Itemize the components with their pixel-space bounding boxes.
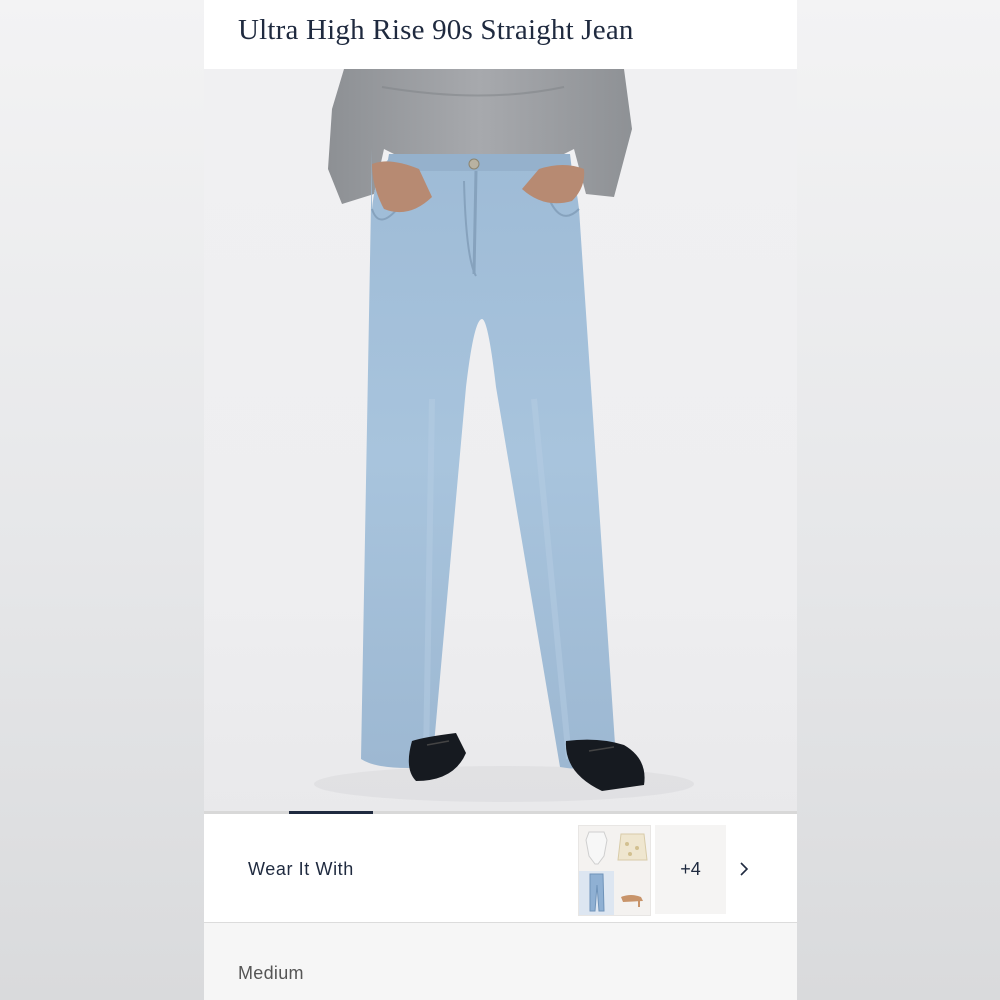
product-image[interactable] — [204, 69, 797, 813]
chevron-right-icon[interactable] — [732, 854, 756, 884]
wear-it-with-label: Wear It With — [248, 859, 354, 879]
cardigan-icon — [615, 826, 650, 870]
product-page: Ultra High Rise 90s Straight Jean Wear I… — [204, 0, 797, 1000]
jeans-icon — [579, 871, 614, 915]
outfit-thumbnails[interactable] — [578, 825, 651, 916]
product-photo — [314, 69, 694, 802]
more-items-button[interactable]: +4 — [655, 825, 726, 914]
bodysuit-icon — [579, 826, 614, 870]
wash-label: Medium — [238, 963, 304, 983]
wear-it-with-row[interactable]: Wear It With +4 — [204, 814, 797, 923]
sandal-icon — [615, 871, 650, 915]
title-bar: Ultra High Rise 90s Straight Jean — [204, 0, 797, 69]
product-title: Ultra High Rise 90s Straight Jean — [238, 14, 634, 46]
variant-section: Medium — [204, 923, 797, 1000]
